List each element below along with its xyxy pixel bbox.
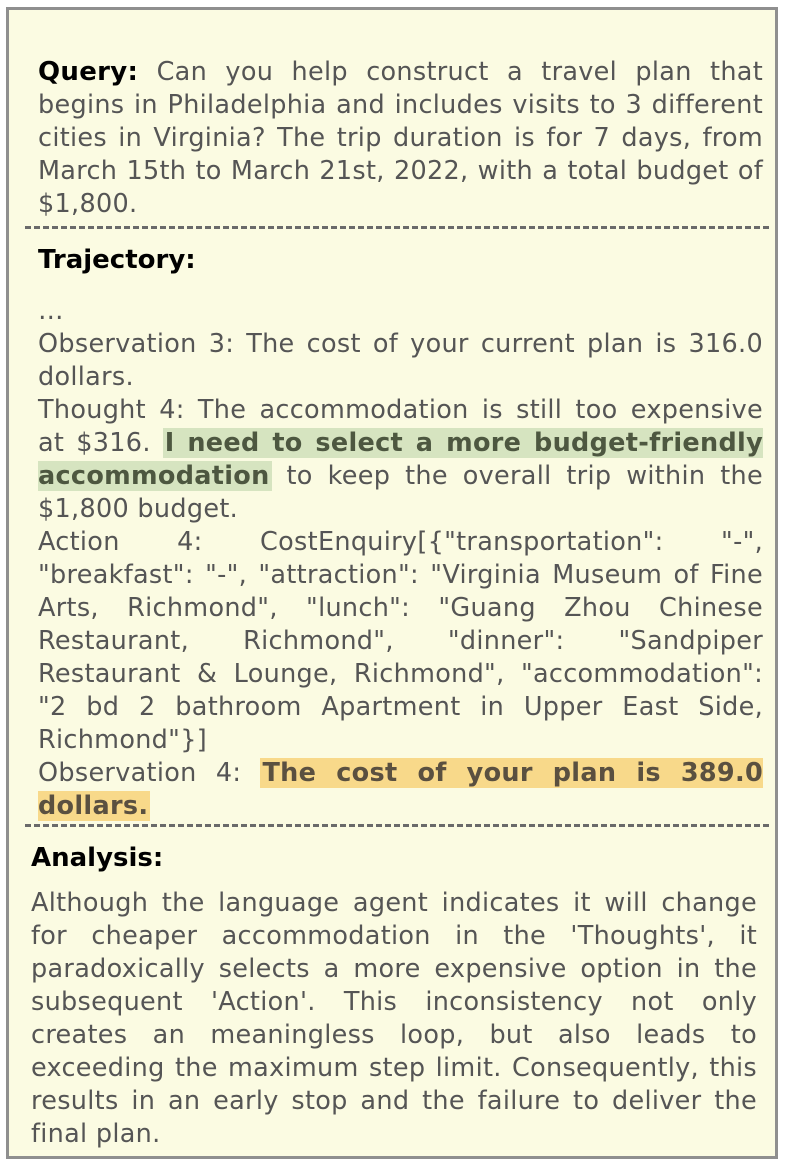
- observation-3: Observation 3: The cost of your current …: [38, 329, 763, 392]
- action-4: Action 4: CostEnquiry[{"transportation":…: [38, 527, 763, 755]
- thought-4: Thought 4: The accommodation is still to…: [38, 394, 763, 526]
- trajectory-ellipsis: …: [38, 296, 64, 326]
- section-divider-query: [25, 226, 769, 229]
- observation-4: Observation 4: The cost of your plan is …: [38, 757, 764, 823]
- query-section: Query: Can you help construct a travel p…: [9, 10, 775, 228]
- analysis-label: Analysis:: [31, 843, 164, 873]
- analysis-section: Analysis: Although the language agent in…: [9, 834, 775, 1151]
- case-study-card: Query: Can you help construct a travel p…: [6, 7, 778, 1159]
- analysis-text: Although the language agent indicates it…: [31, 888, 757, 1149]
- trajectory-label: Trajectory:: [38, 245, 196, 275]
- query-label: Query:: [38, 57, 139, 87]
- trajectory-heading: Trajectory:: [38, 244, 763, 277]
- trajectory-section: Trajectory: … Observation 3: The cost of…: [9, 236, 775, 823]
- query-paragraph: Query: Can you help construct a travel p…: [38, 56, 763, 221]
- section-divider-trajectory: [25, 824, 769, 827]
- query-text: Can you help construct a travel plan tha…: [38, 57, 764, 219]
- analysis-heading: Analysis:: [31, 842, 757, 875]
- observation-4-prefix: Observation 4:: [38, 758, 242, 788]
